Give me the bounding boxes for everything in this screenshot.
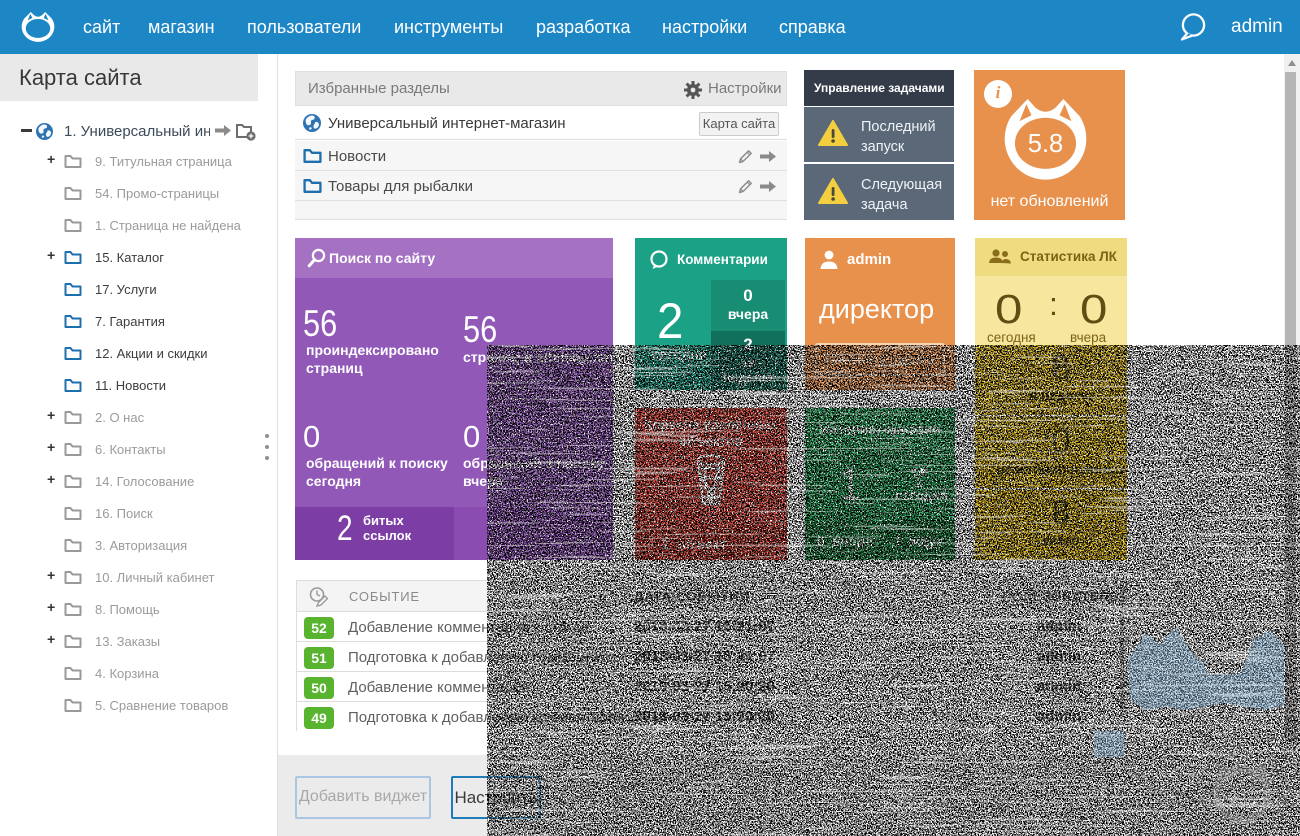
svg-text:5.8: 5.8 (1028, 130, 1063, 158)
